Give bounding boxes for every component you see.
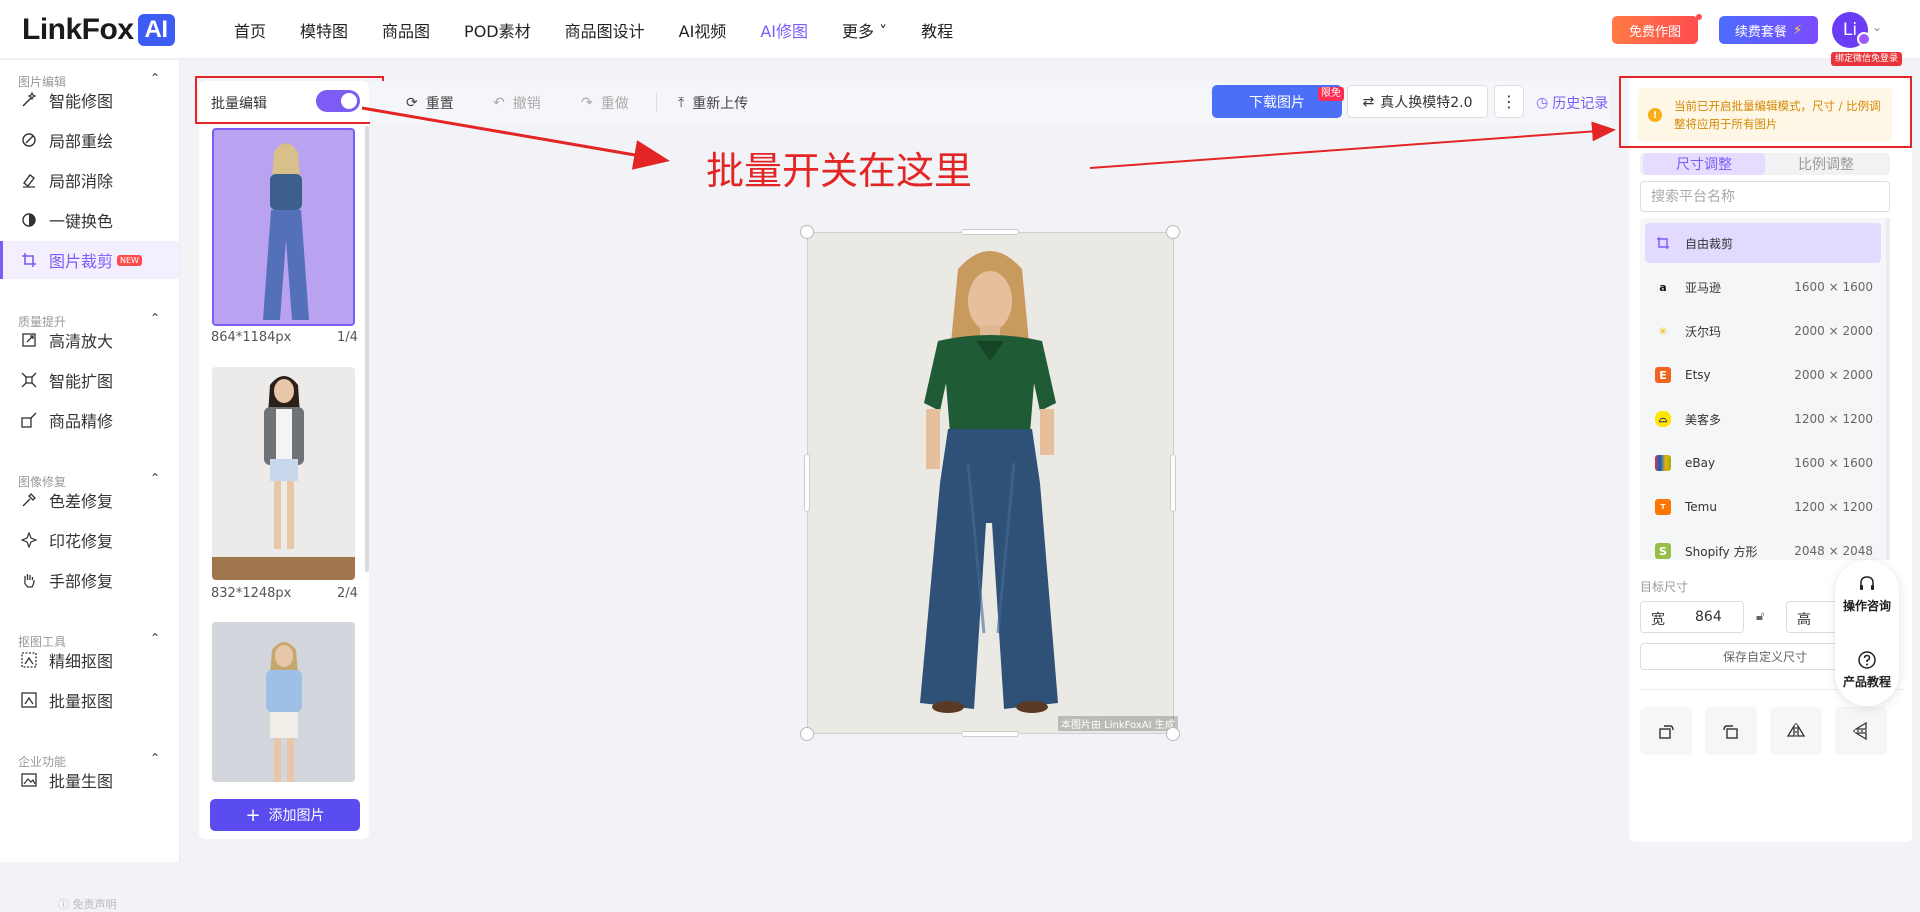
platform-item-shopify[interactable]: S Shopify 方形 2048 × 2048 xyxy=(1645,531,1881,560)
headset-icon xyxy=(1857,574,1877,594)
platform-item-walmart[interactable]: ✳ 沃尔玛 2000 × 2000 xyxy=(1645,311,1881,351)
crop-handle-bottom[interactable] xyxy=(961,731,1019,737)
platform-item-amazon[interactable]: a 亚马逊 1600 × 1600 xyxy=(1645,267,1881,307)
platform-item-etsy[interactable]: E Etsy 2000 × 2000 xyxy=(1645,355,1881,395)
platform-name: 美客多 xyxy=(1685,412,1722,427)
flip-horizontal-button[interactable] xyxy=(1770,707,1822,755)
target-size-label: 目标尺寸 xyxy=(1640,580,1689,594)
width-value[interactable]: 864 xyxy=(1695,609,1722,625)
platform-name: 自由裁剪 xyxy=(1685,236,1734,251)
platform-item-temu[interactable]: T Temu 1200 × 1200 xyxy=(1645,487,1881,527)
consult-button[interactable]: 操作咨询 xyxy=(1835,574,1899,614)
platform-size: 2048 × 2048 xyxy=(1794,544,1873,558)
platform-size: 2000 × 2000 xyxy=(1794,368,1873,382)
platform-size: 2000 × 2000 xyxy=(1794,324,1873,338)
etsy-icon: E xyxy=(1655,367,1671,383)
rotate-left-button[interactable] xyxy=(1640,707,1692,755)
annotation-text: 批量开关在这里 xyxy=(706,149,973,193)
help-circle-icon xyxy=(1857,650,1877,670)
crop-handle-right[interactable] xyxy=(1170,454,1176,512)
platform-item-free-crop[interactable]: 自由裁剪 xyxy=(1645,223,1881,263)
flip-vertical-button[interactable] xyxy=(1835,707,1887,755)
platform-size: 1600 × 1600 xyxy=(1794,456,1873,470)
crop-canvas-image[interactable] xyxy=(807,232,1174,734)
platform-name: Etsy xyxy=(1685,368,1711,382)
crop-handle-left[interactable] xyxy=(804,454,810,512)
tab-size-adjust[interactable]: 尺寸调整 xyxy=(1643,153,1765,175)
rotate-left-icon xyxy=(1656,721,1676,741)
tutorial-button[interactable]: 产品教程 xyxy=(1835,650,1899,690)
platform-size: 1200 × 1200 xyxy=(1794,412,1873,426)
crop-handle-top[interactable] xyxy=(961,229,1019,235)
ebay-icon xyxy=(1655,455,1671,471)
disclaimer-label: 免责声明 xyxy=(72,898,117,911)
platform-item-mercadolibre[interactable]: ⌓ 美客多 1200 × 1200 xyxy=(1645,399,1881,439)
platform-search-input[interactable] xyxy=(1640,181,1890,212)
platform-name: 亚马逊 xyxy=(1685,280,1722,295)
warning-highlight xyxy=(1619,76,1912,148)
floating-help-bar: 操作咨询 产品教程 xyxy=(1835,560,1899,706)
platform-name: 沃尔玛 xyxy=(1685,324,1722,339)
platform-name: Temu xyxy=(1685,500,1717,514)
platform-size: 1200 × 1200 xyxy=(1794,500,1873,514)
platform-name: eBay xyxy=(1685,456,1716,470)
arrow-to-canvas xyxy=(361,106,670,170)
rotate-right-icon xyxy=(1721,721,1741,741)
flip-horizontal-icon xyxy=(1786,721,1806,741)
walmart-icon: ✳ xyxy=(1658,324,1668,338)
mercadolibre-icon: ⌓ xyxy=(1655,411,1671,427)
shopify-icon: S xyxy=(1655,543,1671,559)
canvas-watermark: 本图片由 LinkFoxAI 生成 xyxy=(1058,716,1178,731)
crop-handle-top-left[interactable] xyxy=(800,225,814,239)
disclaimer-link[interactable]: ⓘ 免责声明 xyxy=(58,896,117,912)
crop-handle-top-right[interactable] xyxy=(1166,225,1180,239)
free-crop-icon xyxy=(1655,235,1671,251)
platform-item-ebay[interactable]: eBay 1600 × 1600 xyxy=(1645,443,1881,483)
platform-list-scrollbar[interactable] xyxy=(1886,218,1890,560)
platform-name: Shopify 方形 xyxy=(1685,544,1758,559)
amazon-icon: a xyxy=(1659,280,1667,294)
crop-handle-bottom-right[interactable] xyxy=(1166,727,1180,741)
rotate-right-button[interactable] xyxy=(1705,707,1757,755)
lock-ratio-icon[interactable]: 🔓︎ xyxy=(1756,609,1764,624)
tab-ratio-adjust[interactable]: 比例调整 xyxy=(1765,153,1887,175)
adjust-tabs: 尺寸调整 比例调整 xyxy=(1640,153,1890,175)
temu-icon: T xyxy=(1655,499,1671,515)
model-photo xyxy=(808,233,1173,733)
tutorial-label: 产品教程 xyxy=(1842,675,1891,689)
height-label: 高 xyxy=(1797,612,1811,628)
width-label: 宽 xyxy=(1651,612,1665,628)
platform-size: 1600 × 1600 xyxy=(1794,280,1873,294)
arrow-to-warning xyxy=(1089,121,1616,169)
consult-label: 操作咨询 xyxy=(1842,599,1891,613)
flip-vertical-icon xyxy=(1851,721,1871,741)
platform-list: 自由裁剪 a 亚马逊 1600 × 1600 ✳ 沃尔玛 2000 × 2000… xyxy=(1640,218,1890,560)
crop-handle-bottom-left[interactable] xyxy=(800,727,814,741)
width-field[interactable]: 宽 864 xyxy=(1640,601,1744,633)
